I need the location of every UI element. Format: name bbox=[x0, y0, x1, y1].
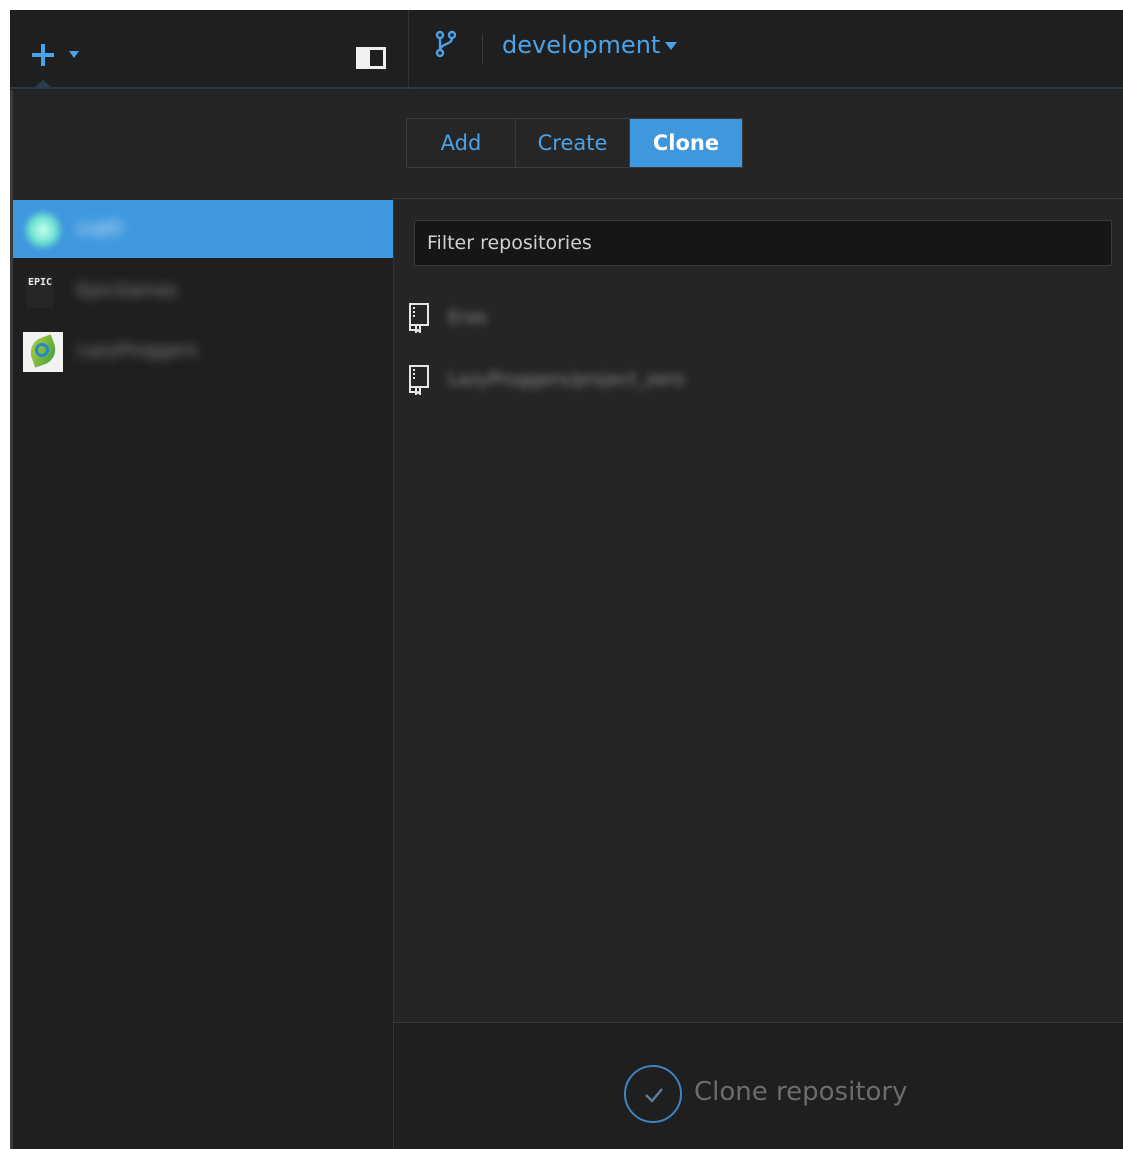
account-name: EpicGames bbox=[77, 280, 178, 301]
repository-list-item[interactable]: Eras bbox=[408, 301, 1108, 341]
account-name: LazyProggers bbox=[77, 340, 198, 361]
repository-name: Eras bbox=[448, 307, 488, 328]
clone-footer: Clone repository bbox=[394, 1022, 1123, 1149]
tabs-divider bbox=[393, 198, 1123, 199]
repo-icon bbox=[409, 303, 429, 333]
add-repository-menu-button[interactable] bbox=[32, 44, 92, 78]
toolbar-underline bbox=[10, 87, 1123, 89]
sidebar-divider bbox=[393, 200, 394, 1149]
account-sidebar: LiqID EPIC EpicGames LazyProggers bbox=[13, 200, 393, 1149]
repository-list-item[interactable]: LazyProggers/project_zero bbox=[408, 363, 1108, 403]
branch-name-label: development bbox=[502, 31, 661, 59]
account-avatar bbox=[23, 210, 63, 250]
account-name: LiqID bbox=[77, 218, 123, 239]
account-item-liqid[interactable]: LiqID bbox=[13, 200, 393, 258]
caret-down-icon bbox=[69, 51, 79, 58]
epic-games-logo: EPIC bbox=[27, 276, 53, 308]
tab-create[interactable]: Create bbox=[515, 119, 629, 167]
repository-action-tabs: Add Create Clone bbox=[406, 118, 743, 168]
github-desktop-window: development Add Create Clone LiqID EPIC … bbox=[10, 10, 1123, 1149]
tab-clone[interactable]: Clone bbox=[629, 119, 742, 167]
branch-selector[interactable]: development bbox=[502, 28, 678, 62]
account-item-epicgames[interactable]: EPIC EpicGames bbox=[13, 262, 393, 320]
filter-repositories-input[interactable] bbox=[414, 220, 1112, 266]
lazyproggers-logo bbox=[23, 332, 63, 372]
plus-icon bbox=[32, 44, 54, 66]
repository-name: LazyProggers/project_zero bbox=[448, 369, 685, 390]
git-branch-icon bbox=[435, 30, 457, 58]
account-item-lazyproggers[interactable]: LazyProggers bbox=[13, 322, 393, 380]
toolbar-divider bbox=[408, 10, 409, 90]
tab-add[interactable]: Add bbox=[407, 119, 515, 167]
repo-icon bbox=[409, 365, 429, 395]
sidebar-toggle-icon bbox=[356, 47, 386, 69]
clone-repository-label: Clone repository bbox=[694, 1077, 908, 1107]
branch-separator bbox=[482, 34, 483, 64]
toggle-sidebar-button[interactable] bbox=[356, 47, 386, 69]
top-toolbar: development bbox=[10, 10, 1123, 90]
check-circle-icon bbox=[624, 1065, 682, 1123]
caret-down-icon bbox=[665, 42, 678, 50]
